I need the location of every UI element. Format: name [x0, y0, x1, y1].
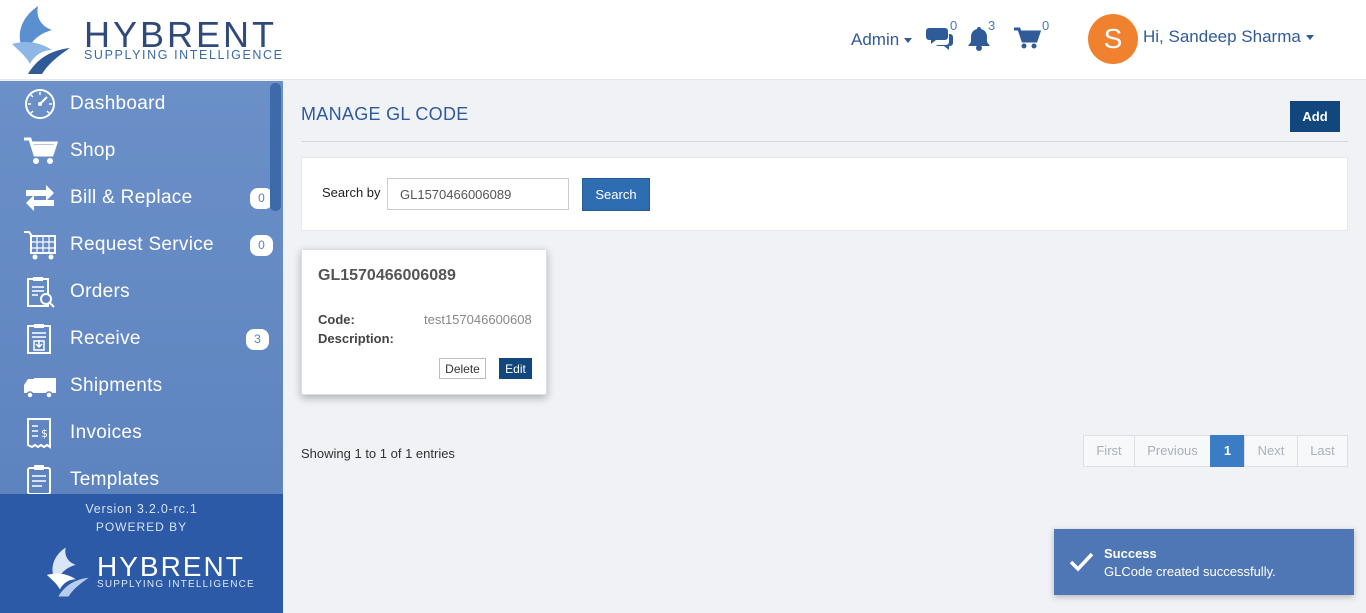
toast-message: GLCode created successfully. — [1104, 564, 1276, 579]
pagination: First Previous 1 Next Last — [1083, 435, 1348, 467]
receive-badge: 3 — [246, 329, 269, 350]
pagination-page-1[interactable]: 1 — [1210, 435, 1245, 467]
sidebar-item-label: Invoices — [70, 422, 143, 443]
messages-count: 0 — [950, 18, 958, 33]
pagination-last[interactable]: Last — [1297, 435, 1348, 467]
sidebar-item-bill-replace[interactable]: Bill & Replace 0 — [0, 175, 283, 222]
toast-title: Success — [1104, 546, 1157, 561]
title-divider — [301, 141, 1348, 142]
top-header: HYBRENT SUPPLYING INTELLIGENCE Admin 0 3… — [0, 0, 1366, 80]
templates-icon — [27, 465, 51, 495]
admin-dropdown[interactable]: Admin — [851, 30, 913, 50]
sidebar-item-label: Orders — [70, 281, 130, 302]
add-button[interactable]: Add — [1290, 101, 1340, 132]
search-input[interactable] — [387, 178, 569, 210]
request-service-icon — [24, 231, 56, 260]
entries-info: Showing 1 to 1 of 1 entries — [301, 446, 455, 461]
sidebar-item-label: Templates — [70, 469, 160, 490]
sidebar-item-receive[interactable]: Receive 3 — [0, 316, 283, 363]
sidebar-item-label: Receive — [70, 328, 141, 349]
logo-tagline: SUPPLYING INTELLIGENCE — [84, 48, 284, 62]
search-button[interactable]: Search — [582, 178, 650, 211]
pagination-previous[interactable]: Previous — [1134, 435, 1211, 467]
pagination-first[interactable]: First — [1083, 435, 1135, 467]
sidebar-item-shipments[interactable]: Shipments — [0, 363, 283, 410]
sidebar-item-label: Dashboard — [70, 93, 166, 114]
success-toast[interactable]: Success GLCode created successfully. — [1054, 529, 1354, 595]
caret-down-icon — [1305, 35, 1314, 41]
sidebar: Dashboard Shop Bill & Replace 0 Request … — [0, 81, 283, 613]
truck-icon — [24, 378, 56, 399]
page-title: MANAGE GL CODE — [301, 104, 469, 124]
sidebar-item-label: Shipments — [70, 375, 163, 396]
delete-button[interactable]: Delete — [439, 358, 486, 379]
sidebar-item-label: Shop — [70, 140, 116, 161]
powered-by-label: POWERED BY — [95, 520, 188, 534]
request-service-badge: 0 — [250, 235, 273, 256]
sidebar-item-shop[interactable]: Shop — [0, 128, 283, 175]
footer-logo-wing-icon — [46, 547, 89, 597]
search-label: Search by — [322, 185, 381, 200]
admin-label: Admin — [851, 30, 900, 49]
description-label: Description: — [318, 331, 394, 346]
invoice-icon: $ — [27, 418, 51, 449]
sidebar-item-label: Request Service — [70, 234, 214, 255]
hybrent-logo[interactable]: HYBRENT SUPPLYING INTELLIGENCE — [8, 4, 288, 76]
receive-icon — [27, 324, 51, 354]
cart-header-icon[interactable] — [1013, 25, 1041, 51]
code-label: Code: — [318, 312, 355, 327]
logo-wing-icon — [12, 6, 70, 74]
footer-tagline: SUPPLYING INTELLIGENCE — [97, 579, 255, 590]
dashboard-icon — [25, 89, 55, 119]
cart-icon — [24, 137, 58, 164]
bill-replace-icon — [26, 185, 54, 211]
avatar[interactable]: S — [1088, 14, 1138, 64]
code-value: test1570466006089 — [424, 312, 532, 327]
search-panel: Search by Search — [301, 157, 1348, 231]
sidebar-item-request-service[interactable]: Request Service 0 — [0, 222, 283, 269]
notifications-count: 3 — [988, 18, 996, 33]
sidebar-item-invoices[interactable]: $ Invoices — [0, 410, 283, 457]
sidebar-scrollbar[interactable] — [270, 83, 281, 211]
sidebar-footer: Version 3.2.0-rc.1 POWERED BY HYBRENT SU… — [0, 494, 283, 613]
checkmark-icon — [1069, 552, 1094, 572]
edit-button[interactable]: Edit — [499, 358, 532, 379]
caret-down-icon — [904, 38, 913, 44]
app-version: Version 3.2.0-rc.1 — [85, 502, 198, 516]
pagination-next[interactable]: Next — [1244, 435, 1298, 467]
card-title: GL1570466006089 — [318, 267, 456, 284]
user-dropdown[interactable]: Hi, Sandeep Sharma — [1143, 27, 1314, 47]
svg-text:$: $ — [41, 427, 48, 440]
sidebar-item-orders[interactable]: Orders — [0, 269, 283, 316]
sidebar-item-dashboard[interactable]: Dashboard — [0, 81, 283, 128]
gl-code-card: GL1570466006089 Code: test1570466006089 … — [301, 249, 547, 395]
orders-icon — [27, 277, 55, 308]
user-greeting: Hi, Sandeep Sharma — [1143, 27, 1301, 46]
cart-count: 0 — [1042, 18, 1050, 33]
sidebar-item-label: Bill & Replace — [70, 187, 193, 208]
